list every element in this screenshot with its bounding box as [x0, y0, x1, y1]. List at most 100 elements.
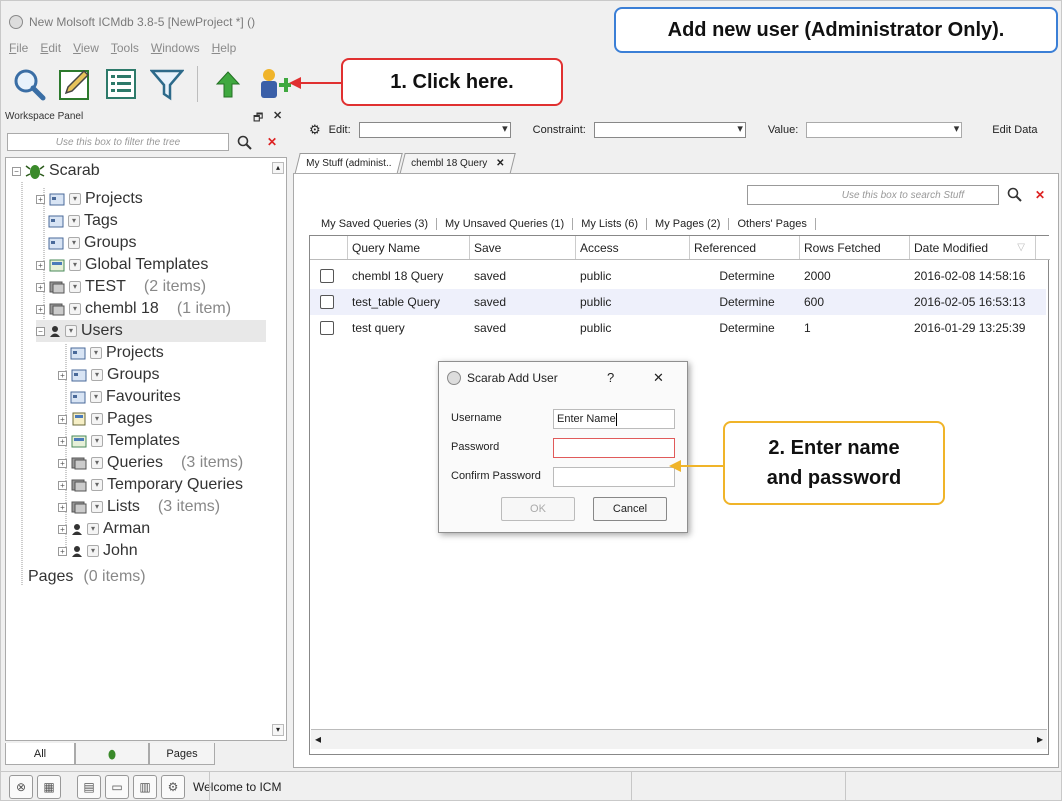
- tree-item-pages[interactable]: + ▾ Pages: [58, 408, 152, 430]
- chevron-down-icon[interactable]: ▾: [90, 347, 102, 359]
- expand-icon[interactable]: +: [58, 502, 67, 512]
- scroll-left-icon[interactable]: ◂: [315, 732, 321, 746]
- chevron-down-icon[interactable]: ▾: [68, 215, 80, 227]
- cancel-button[interactable]: Cancel: [593, 497, 667, 521]
- tab-all[interactable]: All: [5, 743, 75, 765]
- tree-item-queries[interactable]: + ▾ Queries (3 items): [58, 452, 243, 474]
- expand-icon[interactable]: +: [36, 304, 45, 314]
- list-button[interactable]: [101, 64, 141, 104]
- cell-referenced[interactable]: Determine: [690, 263, 800, 289]
- cell-referenced[interactable]: Determine: [690, 315, 800, 341]
- float-panel-icon[interactable]: 🗗: [253, 109, 263, 128]
- header-rows-fetched[interactable]: Rows Fetched: [800, 236, 910, 259]
- magnifier-button[interactable]: [9, 64, 49, 104]
- tree-item-user-john[interactable]: + ▾ John: [58, 540, 138, 562]
- expand-icon[interactable]: +: [58, 524, 67, 534]
- clear-filter-icon[interactable]: ✕: [267, 135, 277, 149]
- add-user-button[interactable]: [254, 64, 294, 104]
- expand-icon[interactable]: +: [58, 458, 67, 468]
- close-tab-icon[interactable]: ✕: [496, 158, 504, 169]
- stuff-search-input[interactable]: Use this box to search Stuff: [747, 185, 999, 205]
- clear-search-icon[interactable]: ✕: [1035, 188, 1045, 202]
- chevron-down-icon[interactable]: ▾: [69, 303, 81, 315]
- tree-item-temporary-queries[interactable]: + ▾ Temporary Queries: [58, 474, 243, 496]
- expand-icon[interactable]: +: [58, 436, 67, 446]
- search-icon[interactable]: [1007, 187, 1023, 203]
- help-icon[interactable]: ?: [607, 370, 614, 385]
- window-button[interactable]: ▭: [105, 774, 129, 799]
- tree-item-test[interactable]: + ▾ TEST (2 items): [36, 276, 206, 298]
- tree-filter-input[interactable]: Use this box to filter the tree: [7, 133, 229, 151]
- expand-icon[interactable]: +: [36, 194, 45, 204]
- tab-others-pages[interactable]: Others' Pages: [729, 218, 816, 230]
- collapse-icon[interactable]: −: [12, 166, 21, 176]
- tree-item-users[interactable]: − ▾ Users: [36, 320, 266, 342]
- tab-unsaved-queries[interactable]: My Unsaved Queries (1): [437, 218, 574, 230]
- tab-chembl-query[interactable]: chembl 18 Query ✕: [399, 153, 517, 175]
- tree-item-projects[interactable]: + ▾ Projects: [36, 188, 143, 210]
- header-save[interactable]: Save: [470, 236, 576, 259]
- tree-item-root-pages[interactable]: Pages (0 items): [28, 566, 146, 588]
- chevron-down-icon[interactable]: ▾: [69, 281, 81, 293]
- password-field[interactable]: [553, 438, 675, 458]
- chevron-down-icon[interactable]: ▾: [68, 237, 80, 249]
- tree-item-user-groups[interactable]: + ▾ Groups: [58, 364, 159, 386]
- close-panel-icon[interactable]: ✕: [273, 109, 282, 122]
- chevron-down-icon[interactable]: ▾: [91, 479, 103, 491]
- edit-data-button[interactable]: Edit Data: [992, 124, 1037, 136]
- confirm-password-field[interactable]: [553, 467, 675, 487]
- tree-item-global-templates[interactable]: + ▾ Global Templates: [36, 254, 208, 276]
- expand-icon[interactable]: +: [58, 414, 67, 424]
- tree-item-lists[interactable]: + ▾ Lists (3 items): [58, 496, 220, 518]
- upload-button[interactable]: [208, 64, 248, 104]
- menu-view[interactable]: View: [73, 41, 99, 59]
- tab-scarab[interactable]: [75, 743, 149, 765]
- menu-edit[interactable]: Edit: [40, 41, 61, 59]
- close-icon[interactable]: ✕: [653, 370, 664, 386]
- expand-icon[interactable]: +: [58, 546, 67, 556]
- grid-button[interactable]: ▦: [37, 774, 61, 799]
- chevron-down-icon[interactable]: ▾: [87, 523, 99, 535]
- stop-button[interactable]: ⊗: [9, 774, 33, 799]
- tree-item-scarab[interactable]: − Scarab: [12, 160, 100, 182]
- search-icon[interactable]: [237, 135, 253, 151]
- menu-tools[interactable]: Tools: [111, 41, 139, 59]
- menu-windows[interactable]: Windows: [151, 41, 200, 59]
- expand-icon[interactable]: +: [58, 480, 67, 490]
- tree-item-templates[interactable]: + ▾ Templates: [58, 430, 180, 452]
- tab-pages[interactable]: Pages: [149, 743, 215, 765]
- table-button[interactable]: ▥: [133, 774, 157, 799]
- edit-combo[interactable]: [358, 122, 511, 138]
- tab-my-pages[interactable]: My Pages (2): [647, 218, 730, 230]
- constraint-combo[interactable]: [593, 122, 746, 138]
- edit-button[interactable]: [55, 64, 95, 104]
- chevron-down-icon[interactable]: ▾: [91, 457, 103, 469]
- chevron-down-icon[interactable]: ▾: [91, 413, 103, 425]
- header-query-name[interactable]: Query Name: [348, 236, 470, 259]
- chevron-down-icon[interactable]: ▾: [69, 259, 81, 271]
- expand-icon[interactable]: +: [36, 282, 45, 292]
- row-checkbox[interactable]: [320, 269, 334, 283]
- workspace-toggle-button[interactable]: ▤: [77, 774, 101, 799]
- tree-item-chembl-18[interactable]: + ▾ chembl 18 (1 item): [36, 298, 231, 320]
- table-row[interactable]: test query saved public Determine 1 2016…: [310, 315, 1046, 341]
- chevron-down-icon[interactable]: ▾: [90, 391, 102, 403]
- tab-my-stuff[interactable]: My Stuff (administ..: [294, 153, 404, 175]
- scroll-right-icon[interactable]: ▸: [1037, 732, 1043, 746]
- chevron-down-icon[interactable]: ▾: [69, 193, 81, 205]
- row-checkbox[interactable]: [320, 295, 334, 309]
- tab-saved-queries[interactable]: My Saved Queries (3): [313, 218, 437, 230]
- table-row[interactable]: chembl 18 Query saved public Determine 2…: [310, 263, 1046, 289]
- collapse-icon[interactable]: −: [36, 326, 45, 336]
- header-access[interactable]: Access: [576, 236, 690, 259]
- header-date-modified[interactable]: Date Modified ▽: [910, 236, 1036, 259]
- tree-scroll-down-button[interactable]: ▾: [272, 724, 284, 736]
- table-row[interactable]: test_table Query saved public Determine …: [310, 289, 1046, 315]
- expand-icon[interactable]: +: [58, 370, 67, 380]
- expand-icon[interactable]: +: [36, 260, 45, 270]
- chevron-down-icon[interactable]: ▾: [91, 501, 103, 513]
- chevron-down-icon[interactable]: ▾: [65, 325, 77, 337]
- tree-item-favourites[interactable]: ▾ Favourites: [70, 386, 181, 408]
- tree-item-groups[interactable]: ▾ Groups: [48, 232, 136, 254]
- row-checkbox[interactable]: [320, 321, 334, 335]
